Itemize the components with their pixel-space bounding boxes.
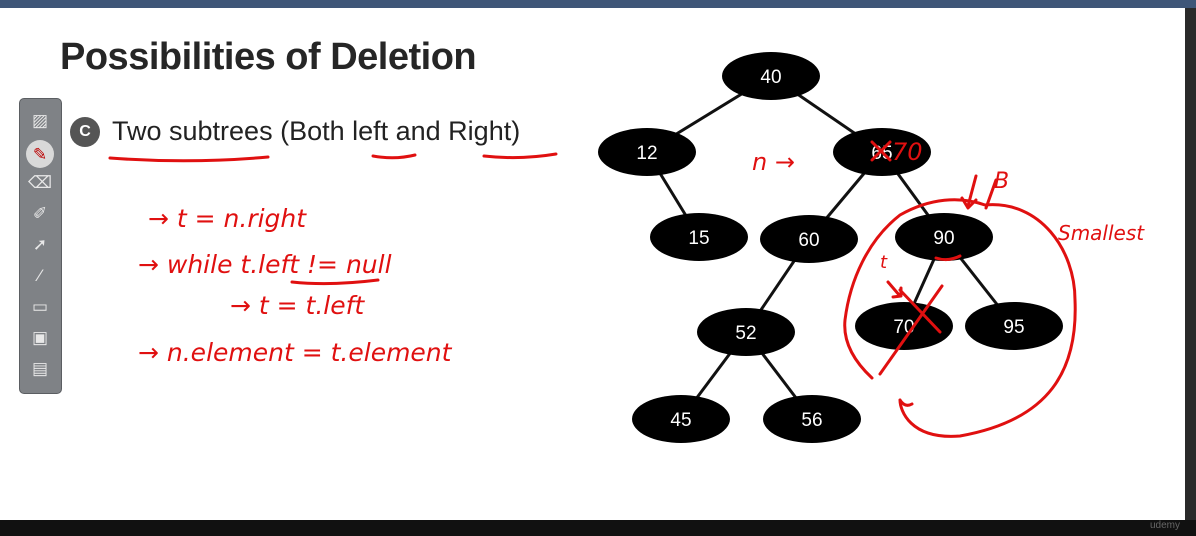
slide: Possibilities of Deletion C Two subtrees… [0,0,1196,536]
node-label: 40 [760,67,781,88]
bottom-frame-edge [0,520,1196,536]
tree-node-95: 95 [965,302,1063,350]
tree-diagram: 4012 6515 60 9052 70 9545 56 → t = n.right→ wh… [108,52,1145,443]
underline-two-subtrees [108,155,270,163]
node-label: 45 [670,410,691,431]
node-label: 15 [688,228,709,249]
tree-nodes: 4012 6515 60 9052 70 9545 56 [598,52,1063,443]
smallest-label: Smallest [1058,221,1145,245]
tree-node-90: 90 [895,213,993,261]
tree-node-12: 12 [598,128,696,176]
tree-node-56: 56 [763,395,861,443]
watermark: udemy [1150,520,1181,531]
node-label: 60 [798,230,819,251]
code-line-1: → t = n.right [148,204,307,233]
replaced-value-70: 70 [892,138,923,166]
node-label: 95 [1003,317,1024,338]
node-label: 56 [801,410,822,431]
code-line-2: → while t.left != null [138,250,392,279]
tree-node-40: 40 [722,52,820,100]
underline-left [371,153,417,160]
node-label: 90 [933,228,954,249]
node-label: 52 [735,323,756,344]
underline-right [482,152,558,160]
tree-node-52: 52 [697,308,795,356]
n-pointer-label: n → [752,148,795,176]
code-line-3: → t = t.left [230,291,365,320]
tree-node-60: 60 [760,215,858,263]
underline-t-left [290,278,380,286]
tree-node-45: 45 [632,395,730,443]
t-pointer-label: t [880,252,888,273]
node-label: 12 [636,143,657,164]
tree-node-70: 70 [855,302,953,350]
right-frame-edge [1185,8,1196,536]
tree-node-15: 15 [650,213,748,261]
code-line-4: → n.element = t.element [138,338,453,367]
handwritten-annotations: → t = n.right → while t.left != null → t =… [108,138,1145,438]
